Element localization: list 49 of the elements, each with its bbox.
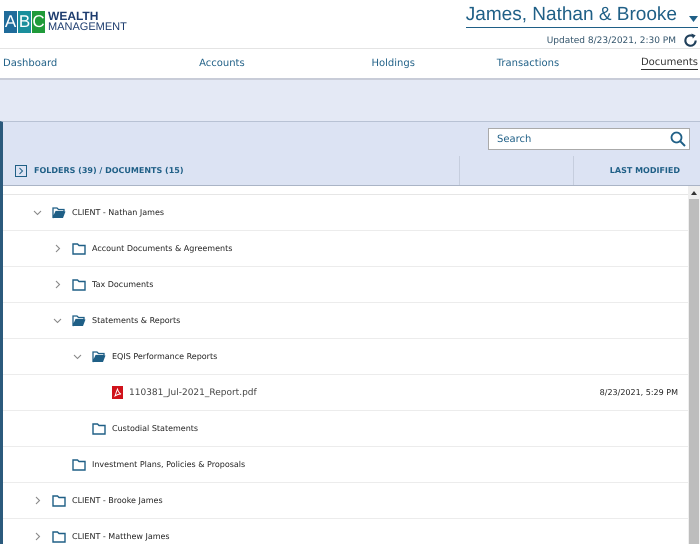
folder-name[interactable]: CLIENT - Brooke James	[72, 496, 163, 505]
chevron-icon[interactable]	[53, 316, 62, 325]
folder-icon	[72, 242, 86, 254]
caret-icon	[689, 16, 698, 22]
nav-tab[interactable]: Documents	[640, 57, 698, 70]
pdf-icon	[112, 386, 123, 399]
logo-letter: A	[4, 11, 17, 33]
folder-name[interactable]: EQIS Performance Reports	[112, 352, 218, 361]
folder-name[interactable]: Statements & Reports	[92, 316, 180, 325]
chevron-icon[interactable]	[73, 352, 82, 361]
search-field[interactable]: Search	[488, 128, 690, 150]
folder-name[interactable]: Account Documents & Agreements	[92, 244, 232, 253]
logo-text: WEALTH	[48, 11, 98, 22]
folder-icon	[72, 458, 86, 470]
nav-tab[interactable]: Transactions	[496, 58, 560, 70]
updated-time: Updated 8/23/2021, 2:30 PM	[546, 36, 676, 46]
logo-letter: B	[18, 11, 31, 33]
folder-name[interactable]: CLIENT - Matthew James	[72, 532, 170, 541]
refresh-icon[interactable]	[683, 33, 698, 48]
chevron-icon[interactable]	[53, 244, 62, 253]
household-dropdown[interactable]: James, Nathan & Brooke	[466, 4, 698, 28]
folder-icon	[52, 494, 66, 506]
chevron-icon[interactable]	[33, 532, 42, 541]
folder-name[interactable]: Tax Documents	[92, 280, 154, 289]
scroll-up-icon[interactable]	[691, 191, 697, 195]
chevron-icon[interactable]	[33, 208, 42, 217]
nav-tab[interactable]: Dashboard	[3, 58, 58, 70]
document-link[interactable]: 110381_Jul-2021_Report.pdf	[129, 388, 257, 398]
column-header: FOLDERS (39) / DOCUMENTS (15)	[34, 166, 184, 175]
nav-tab[interactable]: Holdings	[371, 58, 415, 70]
folder-name[interactable]: CLIENT - Nathan James	[72, 208, 164, 217]
folder-icon	[72, 278, 86, 290]
folder-icon	[92, 422, 106, 434]
modified-date: 8/23/2021, 5:29 PM	[600, 388, 678, 397]
open-folder-icon	[92, 350, 106, 362]
expand-panel-icon[interactable]	[15, 164, 27, 176]
folder-name[interactable]: Investment Plans, Policies & Proposals	[92, 460, 246, 469]
logo-text: MANAGEMENT	[48, 22, 127, 33]
open-folder-icon	[52, 206, 66, 218]
column-header: LAST MODIFIED	[610, 166, 680, 175]
nav-tab[interactable]: Accounts	[199, 58, 245, 70]
scrollbar-thumb[interactable]	[689, 199, 699, 544]
chevron-icon[interactable]	[53, 280, 62, 289]
search-icon	[670, 131, 686, 147]
folder-name[interactable]: Custodial Statements	[112, 424, 198, 433]
folder-icon	[52, 530, 66, 542]
chevron-icon[interactable]	[33, 496, 42, 505]
open-folder-icon	[72, 314, 86, 326]
logo-letter: C	[32, 11, 45, 33]
